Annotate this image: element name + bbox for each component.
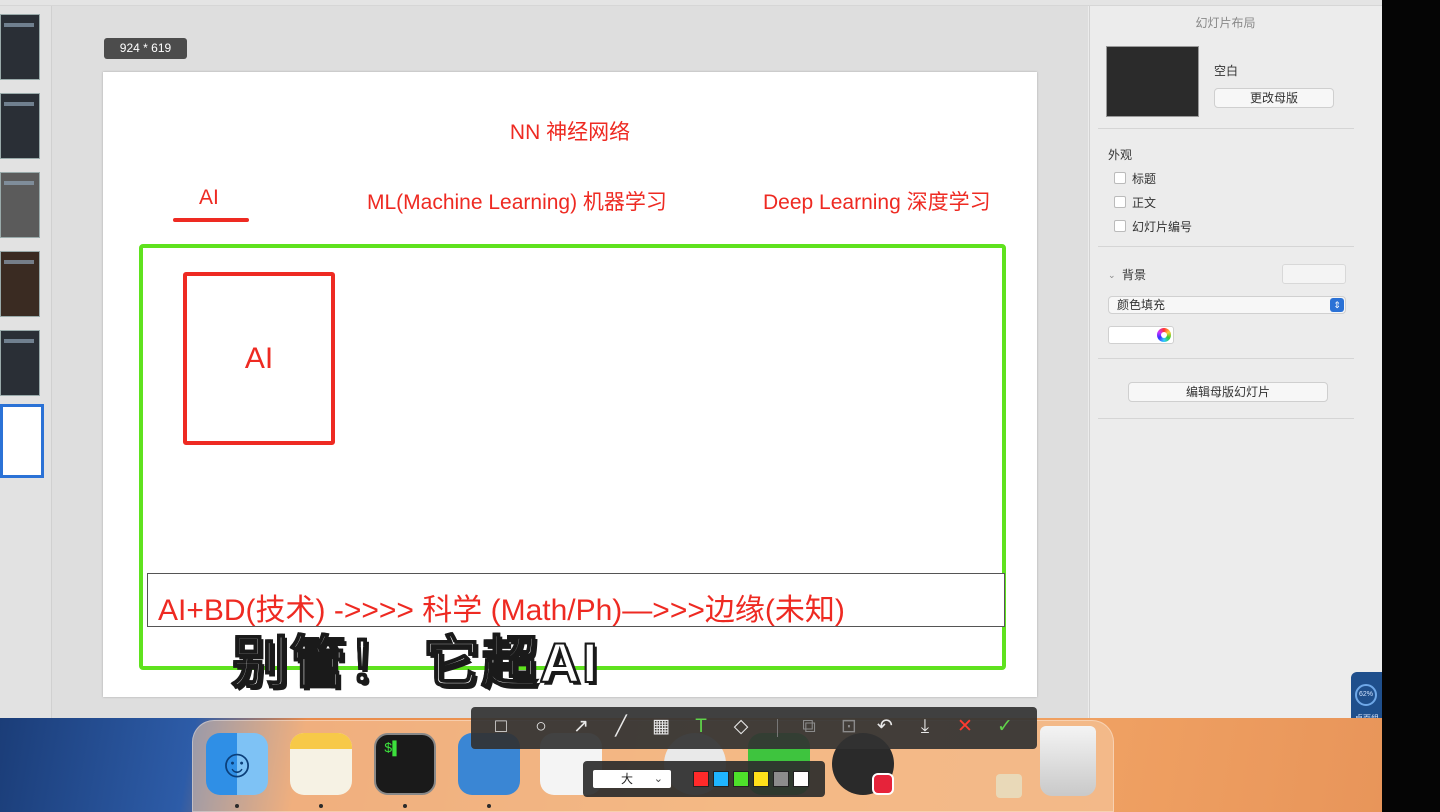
background-value-field[interactable]: [1282, 264, 1346, 284]
brush-size-select[interactable]: 大 ⌄: [593, 770, 671, 788]
mosaic-icon[interactable]: ▦: [650, 716, 672, 738]
color-swatch[interactable]: [773, 771, 789, 787]
notes-icon[interactable]: [290, 733, 352, 795]
select-chevron-icon: ⇕: [1330, 298, 1344, 312]
inspector-panel: 幻灯片布局 空白 更改母版 外观 标题 正文 幻灯片编号 ⌄ 背景 颜色填充 ⇕…: [1089, 6, 1360, 718]
slide[interactable]: NN 神经网络 AI ML(Machine Learning) 机器学习 Dee…: [103, 72, 1037, 697]
running-indicator: [319, 804, 323, 808]
slide-thumbnail-3[interactable]: [0, 172, 40, 238]
checkbox-title[interactable]: 标题: [1114, 170, 1156, 187]
brush-size-value: 大: [621, 772, 634, 786]
keynote-window: 924 * 619 NN 神经网络 AI ML(Machine Learning…: [0, 0, 1382, 718]
video-caption: 别管！ 它超AI: [231, 630, 600, 695]
divider: [1098, 418, 1354, 419]
color-well[interactable]: [1108, 326, 1174, 344]
divider: [1098, 358, 1354, 359]
trash-icon[interactable]: [1040, 726, 1096, 796]
color-swatch[interactable]: [753, 771, 769, 787]
divider: [1098, 246, 1354, 247]
folder-icon[interactable]: [996, 774, 1022, 798]
master-name: 空白: [1214, 64, 1239, 78]
toolbar-separator: [777, 719, 778, 737]
label-ai[interactable]: AI: [199, 186, 219, 210]
cancel-icon[interactable]: ✕: [954, 716, 976, 738]
chevron-down-icon: ⌄: [653, 773, 663, 785]
running-indicator: [235, 804, 239, 808]
color-swatch[interactable]: [713, 771, 729, 787]
checkbox-body[interactable]: 正文: [1114, 194, 1156, 211]
slide-thumbnail-1[interactable]: [0, 14, 40, 80]
pen-icon[interactable]: ╱: [610, 716, 632, 738]
screen-edge: [1382, 0, 1440, 812]
slide-thumbnail-5[interactable]: [0, 330, 40, 396]
arrow-icon[interactable]: ↗: [570, 716, 592, 738]
running-indicator: [487, 804, 491, 808]
selection-size-badge: 924 * 619: [104, 38, 187, 59]
download-icon[interactable]: ⤓: [914, 716, 936, 738]
running-indicator: [403, 804, 407, 808]
color-swatch[interactable]: [693, 771, 709, 787]
screenshot-style-bar: 大 ⌄: [583, 761, 825, 797]
text-icon[interactable]: T: [690, 716, 712, 738]
background-label: 背景: [1122, 268, 1147, 282]
record-icon: [872, 773, 894, 795]
ai-box-label: AI: [244, 342, 274, 375]
inspector-title: 幻灯片布局: [1195, 16, 1256, 30]
pin-icon[interactable]: ⧉: [798, 716, 820, 738]
screenshot-toolbar: □ ○ ↗ ╱ ▦ T ◇ ⧉ ⊡ ↶ ⤓ ✕ ✓: [471, 707, 1037, 749]
ai-box[interactable]: AI: [183, 272, 335, 445]
label-ml[interactable]: ML(Machine Learning) 机器学习: [367, 186, 667, 216]
color-swatch[interactable]: [733, 771, 749, 787]
master-thumbnail[interactable]: [1106, 46, 1199, 117]
ai-underline[interactable]: [173, 218, 249, 222]
slide-thumbnail-2[interactable]: [0, 93, 40, 159]
label-deep-learning[interactable]: Deep Learning 深度学习: [763, 186, 991, 216]
edit-master-slides-button[interactable]: 编辑母版幻灯片: [1128, 382, 1328, 402]
finder-icon[interactable]: ☺: [206, 733, 268, 795]
ocr-icon[interactable]: ⊡: [838, 716, 860, 738]
disclosure-chevron-icon[interactable]: ⌄: [1108, 270, 1116, 281]
color-swatch[interactable]: [793, 771, 809, 787]
color-wheel-icon[interactable]: [1157, 328, 1171, 342]
checkbox-slide-number[interactable]: 幻灯片编号: [1114, 218, 1192, 235]
slide-title[interactable]: NN 神经网络: [103, 116, 1037, 146]
ellipse-icon[interactable]: ○: [530, 716, 552, 738]
slide-thumbnail-4[interactable]: [0, 251, 40, 317]
slide-navigator: [0, 6, 52, 718]
appearance-label: 外观: [1108, 148, 1133, 162]
slide-thumbnail-current[interactable]: [0, 404, 44, 478]
fill-type-value: 颜色填充: [1117, 298, 1166, 312]
widget-percent: 62%: [1355, 684, 1377, 706]
divider: [1098, 128, 1354, 129]
rectangle-icon[interactable]: □: [490, 716, 512, 738]
undo-icon[interactable]: ↶: [874, 716, 896, 738]
confirm-icon[interactable]: ✓: [994, 716, 1016, 738]
terminal-icon[interactable]: $▌: [374, 733, 436, 795]
tag-icon[interactable]: ◇: [730, 716, 752, 738]
fill-type-select[interactable]: 颜色填充 ⇕: [1108, 296, 1346, 314]
change-master-button[interactable]: 更改母版: [1214, 88, 1334, 108]
